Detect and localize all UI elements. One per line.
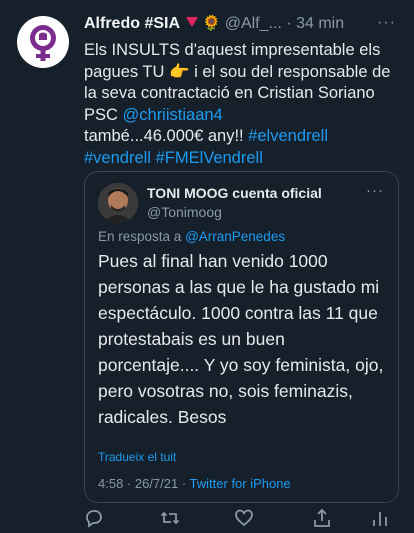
quoted-author-name[interactable]: TONI MOOG cuenta oficial: [147, 185, 322, 201]
translate-link[interactable]: Tradueix el tuit: [98, 450, 176, 464]
author-name[interactable]: Alfredo #SIA: [84, 15, 180, 32]
quoted-more-options-icon[interactable]: ···: [366, 182, 384, 199]
reply-icon[interactable]: [84, 508, 104, 528]
triangle-flag-icon: [186, 17, 199, 27]
author-handle[interactable]: @Alf_...: [225, 15, 282, 32]
quoted-timestamp: 4:58 · 26/7/21 ·: [98, 476, 190, 491]
quoted-tweet-text: Pues al final han venido 1000 personas a…: [98, 251, 384, 427]
pointing-hand-icon: 👉: [169, 62, 190, 81]
share-icon[interactable]: [312, 508, 332, 528]
reply-prefix: En resposta a: [98, 229, 186, 244]
sunflower-icon: 🌻: [202, 15, 221, 32]
tweet-header: Alfredo #SIA 🌻 @Alf_... · 34 min: [84, 14, 404, 38]
hashtag-link[interactable]: #vendrell: [84, 149, 151, 167]
like-icon[interactable]: [234, 508, 254, 528]
author-avatar[interactable]: [17, 16, 69, 68]
reply-to-link[interactable]: @ArranPenedes: [185, 229, 285, 244]
quoted-author-avatar[interactable]: [98, 183, 138, 223]
retweet-icon[interactable]: [160, 508, 180, 528]
analytics-icon[interactable]: [370, 508, 390, 528]
quoted-tweet-meta: 4:58 · 26/7/21 · Twitter for iPhone: [98, 476, 291, 491]
tweet-text-part: també...46.000€ any!!: [84, 127, 249, 145]
separator: ·: [286, 15, 292, 32]
source-link[interactable]: Twitter for iPhone: [190, 476, 291, 491]
hashtag-link[interactable]: #elvendrell: [248, 127, 328, 145]
hashtag-link[interactable]: #FMElVendrell: [156, 149, 263, 167]
tweet[interactable]: Alfredo #SIA 🌻 @Alf_... · 34 min ··· Els I…: [0, 0, 414, 533]
mention-link[interactable]: @chriistiaan4: [123, 106, 223, 124]
more-options-icon[interactable]: ···: [377, 14, 396, 32]
quoted-tweet[interactable]: TONI MOOG cuenta oficial @Tonimoog ··· E…: [84, 171, 399, 503]
reply-context: En resposta a @ArranPenedes: [98, 229, 285, 244]
tweet-text: Els INSULTS d'aquest impresentable els p…: [84, 40, 404, 169]
action-bar: [84, 508, 394, 530]
quoted-author-handle[interactable]: @Tonimoog: [147, 204, 222, 220]
timestamp[interactable]: 34 min: [296, 15, 344, 32]
person-photo-icon: [98, 183, 138, 223]
feminist-logo-icon: [19, 18, 67, 66]
